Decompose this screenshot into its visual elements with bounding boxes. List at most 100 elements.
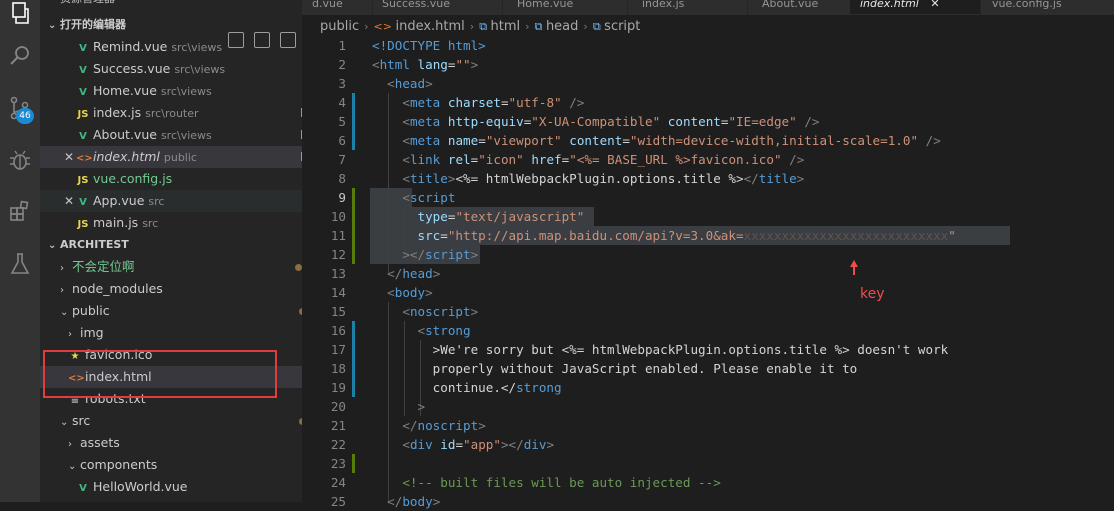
tab-index-js[interactable]: index.js [632,0,747,14]
activity-bar: 46 [0,0,40,502]
close-icon[interactable]: ✕ [64,190,76,212]
code-viewport-content: "width=device-width,initial-scale=1.0" [629,133,919,148]
open-editor-name: Home.vue [93,83,157,98]
breadcrumb-item[interactable]: html [491,19,521,34]
tree-folder[interactable]: ⌄ public [40,300,302,322]
tree-file[interactable]: <>index.htmlM [40,366,302,388]
tree-folder[interactable]: › node_modules [40,278,302,300]
line-number: 24 [330,475,346,490]
line-number: 1 [338,38,346,53]
open-editor-item[interactable]: JS main.js src [40,212,302,234]
code-comment: <!-- built files will be auto injected -… [402,475,721,490]
tree-file[interactable]: ★ favicon.ico [40,344,302,366]
tree-label: img [80,325,104,340]
open-editor-name: App.vue [93,193,145,208]
line-number: 13 [330,266,346,281]
open-editor-item[interactable]: JSindex.jssrc\routerM [40,102,302,124]
chevron-down-icon: ⌄ [60,417,69,428]
breadcrumb-item[interactable]: script [604,19,640,34]
vue-file-icon: V [79,43,87,54]
debug-icon[interactable] [6,146,34,174]
tree-label: HelloWorld.vue [93,479,188,494]
open-editors-header[interactable]: ⌄ 打开的编辑器 [40,14,302,48]
open-editor-item[interactable]: V Success.vue src\views [40,58,302,80]
open-editor-item[interactable]: ✕ V App.vue src [40,190,302,212]
open-editor-path: src\views [160,85,212,98]
vue-file-icon: V [79,87,87,98]
code-script-src-end: " [948,228,956,243]
tab-label: Home.vue [517,0,574,10]
tree-folder[interactable]: › assets [40,432,302,454]
chevron-down-icon: ⌄ [60,307,69,318]
line-number: 22 [330,437,346,452]
test-icon[interactable] [6,250,34,278]
open-editor-name: index.html [93,149,160,164]
tab-Home-vue[interactable]: Home.vue [507,0,627,14]
open-editor-item[interactable]: V Remind.vue src\views [40,36,302,58]
open-editor-name: index.js [93,105,142,120]
chevron-right-icon: › [469,20,475,33]
line-number: 23 [330,456,346,471]
line-number: 8 [338,171,346,186]
line-number: 2 [338,57,346,72]
chevron-right-icon: › [68,329,72,340]
gutter-change-marker [352,340,355,359]
breadcrumb: public › <> index.html › ⧉ html › ⧉ head › ⧉ scr… [320,16,640,38]
code-editor[interactable]: 1 2 3 4 5 6 7 8 9 10 11 12 13 14 15 16 17 18 19 20 21 22 23 24 2… [302,36,1114,509]
open-editor-path: src [142,217,159,230]
search-icon[interactable] [6,42,34,70]
code-link-href: "<%= BASE_URL %>favicon.ico" [569,152,782,167]
tab-bar: d.vue Success.vue Home.vue index.js About.vu… [302,0,1114,15]
vue-file-icon: V [79,197,87,208]
gutter-change-marker [352,112,355,131]
gutter-change-marker [352,93,355,112]
line-number: 15 [330,304,346,319]
open-editor-name: Success.vue [93,61,171,76]
vue-file-icon: V [79,65,87,76]
line-number: 4 [338,95,346,110]
line-number: 10 [330,209,346,224]
open-editor-path: src [148,195,165,208]
open-editor-path: src\views [174,63,226,76]
tab-index-html[interactable]: index.html ✕ [850,0,980,14]
tree-folder[interactable]: › img [40,322,302,344]
close-icon[interactable]: ✕ [927,0,939,10]
tree-label: node_modules [72,281,163,296]
line-number: 12 [330,247,346,262]
tree-folder[interactable]: ⌄ components [40,454,302,476]
open-editor-item[interactable]: JSvue.config.jsU [40,168,302,190]
modified-dot [295,264,302,271]
js-file-icon: JS [77,219,89,230]
js-file-icon: JS [77,175,89,186]
explorer-icon[interactable] [6,0,34,28]
project-header[interactable]: ⌄ ARCHITEST [40,234,302,256]
tree-label: public [72,303,110,318]
breadcrumb-item[interactable]: index.html [395,19,464,34]
open-editor-item[interactable]: ✕<>index.htmlpublicM [40,146,302,168]
breadcrumb-item[interactable]: head [546,19,578,34]
open-editor-path: src\views [171,41,223,54]
open-editor-name: Remind.vue [93,39,168,54]
chevron-right-icon: › [583,20,588,33]
tab-Success-vue[interactable]: Success.vue [372,0,502,14]
close-icon[interactable]: ✕ [64,146,76,168]
code-div-id: "app" [463,437,501,452]
chevron-right-icon: › [68,439,72,450]
tab-label: d.vue [312,0,343,10]
line-number: 5 [338,114,346,129]
tree-file[interactable]: V HelloWorld.vue [40,476,302,498]
line-number: 21 [330,418,346,433]
tree-file[interactable]: ≡ robots.txt [40,388,302,410]
tab-About-vue[interactable]: About.vue [752,0,852,14]
tab-d-vue[interactable]: d.vue [302,0,372,14]
element-icon: ⧉ [479,20,491,33]
breadcrumb-item[interactable]: public [320,19,359,34]
tree-folder[interactable]: ›不会定位啊h [40,256,302,278]
gutter-change-marker [352,188,355,207]
tab-label: About.vue [762,0,819,10]
extensions-icon[interactable] [6,198,34,226]
open-editor-item[interactable]: V Home.vue src\views [40,80,302,102]
open-editor-item[interactable]: VAbout.vuesrc\viewsM [40,124,302,146]
tab-vue-config-js[interactable]: vue.config.js [982,0,1114,14]
tree-folder[interactable]: ⌄ src [40,410,302,432]
